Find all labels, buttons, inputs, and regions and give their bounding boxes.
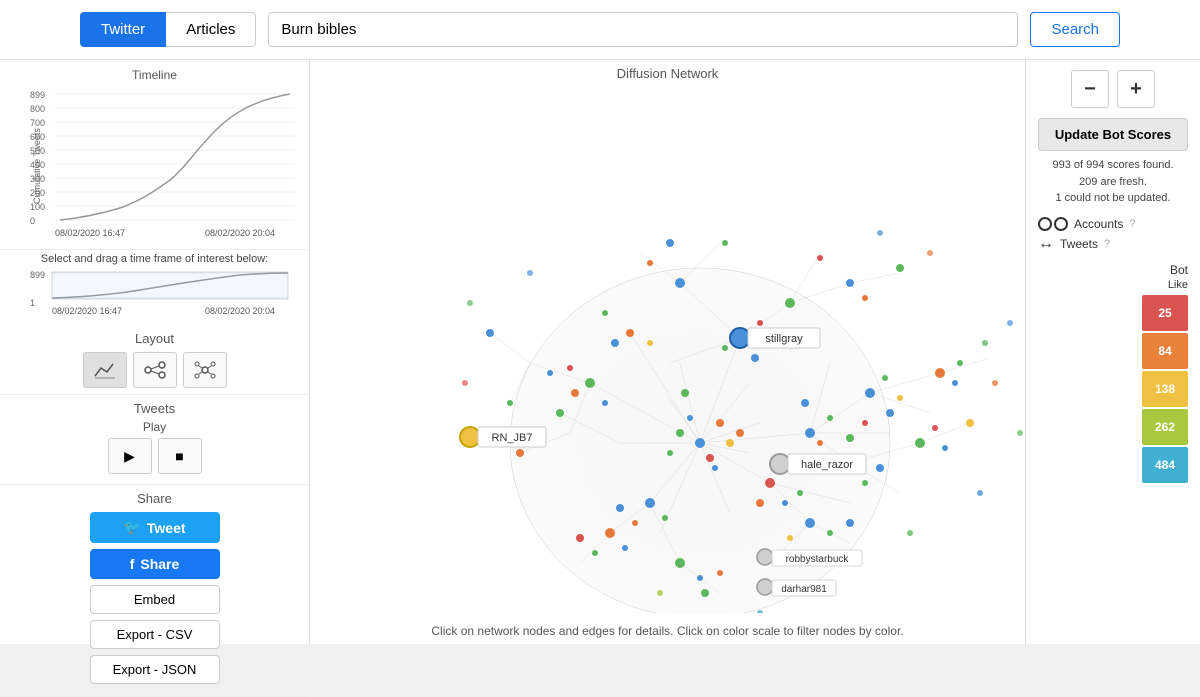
svg-text:899: 899: [30, 270, 45, 280]
legend-accounts-help[interactable]: ?: [1129, 218, 1135, 230]
facebook-icon: f: [130, 556, 135, 572]
share-title: Share: [10, 491, 299, 506]
node-hale-razor[interactable]: [770, 454, 790, 474]
tab-articles[interactable]: Articles: [166, 12, 256, 47]
play-button[interactable]: ▶: [108, 438, 152, 474]
scale-items: 2584138262484: [1038, 295, 1188, 483]
svg-text:700: 700: [30, 118, 45, 128]
mini-timeline-chart: 899 1 08/02/2020 16:47 08/02/2020 20:04: [30, 268, 290, 316]
export-csv-button[interactable]: Export - CSV: [90, 620, 220, 649]
embed-button[interactable]: Embed: [90, 585, 220, 614]
legend-circle-2: [1054, 217, 1068, 231]
layout-section: Layout: [0, 325, 309, 395]
svg-text:1: 1: [30, 298, 35, 308]
zoom-out-button[interactable]: −: [1071, 70, 1109, 108]
play-label: Play: [10, 420, 299, 434]
svg-text:800: 800: [30, 104, 45, 114]
tweets-title: Tweets: [10, 401, 299, 416]
stop-button[interactable]: ■: [158, 438, 202, 474]
svg-text:0: 0: [30, 216, 35, 226]
svg-text:08/02/2020 16:47: 08/02/2020 16:47: [55, 228, 125, 238]
node-rnjb7[interactable]: [460, 427, 480, 447]
scale-value: 25: [1142, 295, 1188, 331]
share-section: Share 🐦 Tweet f Share Embed Export - CSV…: [0, 485, 309, 697]
scale-row[interactable]: 84: [1038, 333, 1188, 369]
export-json-button[interactable]: Export - JSON: [90, 655, 220, 684]
diffusion-network-title: Diffusion Network: [310, 60, 1025, 83]
timeline-chart: 899 800 700 600 500 400 300 200 100 0: [30, 86, 299, 241]
search-button[interactable]: Search: [1030, 12, 1120, 47]
bot-scores-line1: 993 of 994 scores found.: [1052, 157, 1173, 174]
legend-tweets-label: Tweets: [1060, 237, 1098, 251]
update-bot-scores-button[interactable]: Update Bot Scores: [1038, 118, 1188, 151]
node-label-darhar981: darhar981: [781, 584, 827, 595]
legend-arrow-icon: ↔: [1038, 235, 1054, 253]
network-graph[interactable]: stillgray RN_JB7 hale_razor robbystarbuc…: [310, 83, 1025, 613]
left-panel: Timeline 899 800 700 600 500 400 300 200…: [0, 60, 310, 644]
layout-btn-share[interactable]: [133, 352, 177, 388]
node-label-robbystarbuck: robbystarbuck: [786, 554, 850, 565]
bot-like-scale: Bot Like 2584138262484: [1038, 263, 1188, 485]
center-panel: Diffusion Network: [310, 60, 1025, 644]
tweets-section: Tweets Play ▶ ■: [0, 395, 309, 485]
drag-label: Select and drag a time frame of interest…: [0, 250, 309, 268]
svg-text:Cumulative Tweets: Cumulative Tweets: [32, 128, 42, 204]
facebook-share-button[interactable]: f Share: [90, 549, 220, 579]
node-label-hale-razor: hale_razor: [801, 459, 853, 471]
layout-graph-icon: [93, 360, 117, 380]
bot-like-title: Bot: [1038, 263, 1188, 277]
layout-btn-graph[interactable]: [83, 352, 127, 388]
scale-row[interactable]: 484: [1038, 447, 1188, 483]
mini-timeline-section: 899 1 08/02/2020 16:47 08/02/2020 20:04: [0, 268, 309, 325]
svg-text:08/02/2020 20:04: 08/02/2020 20:04: [205, 228, 275, 238]
svg-text:899: 899: [30, 90, 45, 100]
timeline-title: Timeline: [10, 68, 299, 82]
bot-scores-line3: 1 could not be updated.: [1052, 190, 1173, 207]
layout-btn-network[interactable]: [183, 352, 227, 388]
scale-row[interactable]: 262: [1038, 409, 1188, 445]
tweet-button[interactable]: 🐦 Tweet: [90, 512, 220, 543]
timeline-section: Timeline 899 800 700 600 500 400 300 200…: [0, 60, 309, 250]
zoom-in-button[interactable]: +: [1117, 70, 1155, 108]
scale-value: 262: [1142, 409, 1188, 445]
twitter-bird-icon: 🐦: [123, 519, 140, 536]
layout-title: Layout: [10, 331, 299, 346]
network-hint: Click on network nodes and edges for det…: [310, 624, 1025, 638]
main-layout: Timeline 899 800 700 600 500 400 300 200…: [0, 60, 1200, 644]
node-label-stillgray: stillgray: [765, 333, 803, 345]
scale-row[interactable]: 138: [1038, 371, 1188, 407]
scale-value: 84: [1142, 333, 1188, 369]
bot-like-subtitle: Like: [1038, 279, 1188, 291]
svg-text:08/02/2020 20:04: 08/02/2020 20:04: [205, 306, 275, 316]
legend-circle-1: [1038, 217, 1052, 231]
svg-text:08/02/2020 16:47: 08/02/2020 16:47: [52, 306, 122, 316]
scale-row[interactable]: 25: [1038, 295, 1188, 331]
search-input[interactable]: [268, 12, 1018, 47]
node-stillgray[interactable]: [730, 328, 750, 348]
legend-accounts-label: Accounts: [1074, 217, 1123, 231]
layout-network-icon: [193, 360, 217, 380]
bot-scores-line2: 209 are fresh.: [1052, 174, 1173, 191]
node-robbystarbuck[interactable]: [757, 549, 773, 565]
layout-share-icon: [143, 360, 167, 380]
scale-value: 138: [1142, 371, 1188, 407]
right-panel: − + Update Bot Scores 993 of 994 scores …: [1025, 60, 1200, 644]
legend-accounts-row: Accounts ?: [1038, 217, 1188, 231]
legend-tweets-row: ↔ Tweets ?: [1038, 235, 1188, 253]
scale-value: 484: [1142, 447, 1188, 483]
node-darhar981[interactable]: [757, 579, 773, 595]
node-label-rnjb7: RN_JB7: [492, 432, 533, 444]
header: Twitter Articles Search: [0, 0, 1200, 60]
bot-scores-info: 993 of 994 scores found. 209 are fresh. …: [1052, 157, 1173, 207]
tab-twitter[interactable]: Twitter: [80, 12, 166, 47]
legend-tweets-help[interactable]: ?: [1104, 238, 1110, 250]
